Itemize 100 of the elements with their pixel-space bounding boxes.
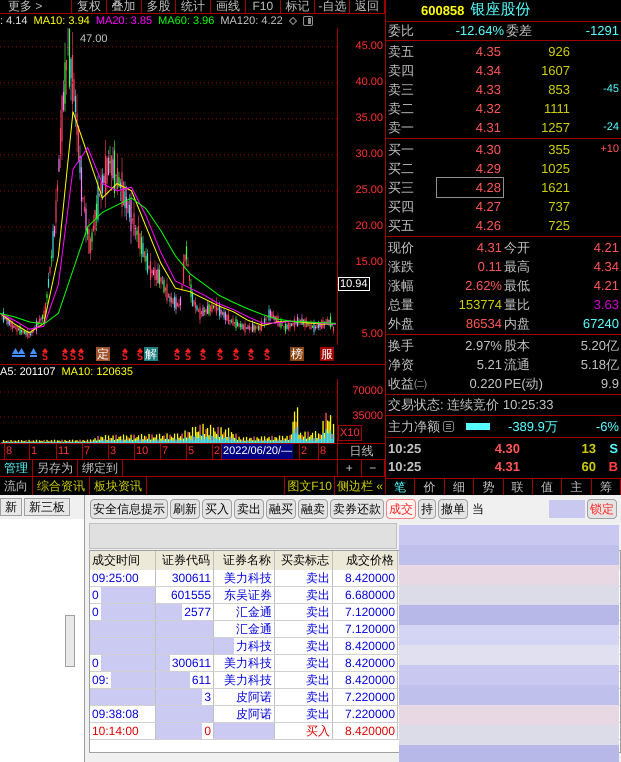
table-cell: 8.420000 (333, 570, 398, 586)
column-header: 证券代码 (156, 551, 214, 570)
toolbar-button[interactable]: 叠加 (106, 0, 142, 13)
price-axis-label: 15.00 (355, 256, 383, 268)
dividend-marker-icon (122, 348, 128, 360)
order-change: -45 (603, 82, 620, 98)
tick-volume: 60 (580, 458, 596, 476)
trade-button[interactable]: 卖出 (234, 499, 264, 519)
ratio-value: -12.64% (454, 22, 504, 40)
table-cell: 卖出 (275, 570, 333, 586)
dividend-marker-icon (217, 348, 223, 360)
date-axis-label: 7 (160, 444, 168, 459)
trade-button[interactable]: 买入 (202, 499, 232, 519)
event-tag: 解 (144, 347, 158, 361)
moving-average-value: : 3.96 (186, 16, 214, 26)
ratio-label: 委比 (387, 22, 415, 40)
date-axis-label: 2 (299, 444, 308, 459)
table-cell: 0 (156, 723, 214, 739)
diff-value: -1291 (586, 22, 620, 40)
trade-button[interactable]: 卖券还款 (330, 499, 384, 519)
column-header: 成交时间 (90, 551, 156, 570)
fundamental-label: PE(动) (504, 374, 544, 393)
date-axis-label: 8 (318, 444, 326, 459)
order-level-label: 买一 (387, 140, 415, 159)
more-menu[interactable]: 更多 > (0, 0, 72, 13)
moving-average-value: : 3.94 (62, 16, 90, 26)
trade-button[interactable]: 融卖 (298, 499, 328, 519)
toolbar-button[interactable]: 统计 (176, 0, 212, 13)
price-axis-label: 5.00 (362, 328, 383, 340)
market-tab[interactable]: 新 (0, 498, 22, 516)
table-cell: 皮阿诺 (214, 689, 275, 705)
toolbar-button[interactable]: 复权 (72, 0, 107, 13)
order-volume: 853 (547, 80, 570, 99)
fundamental-label: 股本 (504, 336, 531, 355)
stock-code: 600858 (421, 2, 464, 20)
table-cell: 汇金通 (214, 604, 275, 620)
order-change: +10 (600, 142, 620, 158)
price-axis-label: 25.00 (355, 184, 383, 196)
date-axis-label: 1 (29, 444, 38, 459)
table-cell: 7.120000 (333, 621, 398, 637)
column-header: 证券名称 (214, 551, 275, 570)
trade-button[interactable]: 成交 (386, 499, 416, 519)
tick-price: 4.30 (494, 440, 520, 458)
table-cell: 卖出 (275, 672, 333, 688)
order-volume: 737 (547, 198, 570, 216)
toolbar-button[interactable]: 多股 (142, 0, 176, 13)
order-volume: 355 (547, 140, 570, 159)
order-volume: 725 (547, 216, 570, 235)
triangle-marker-icon (30, 348, 37, 357)
quote-value: 86534 (464, 314, 502, 333)
manage-tab[interactable]: 另存为 (33, 460, 78, 476)
order-volume: 926 (547, 42, 570, 61)
order-level-label: 买四 (387, 198, 415, 216)
table-cell: 美力科技 (214, 672, 275, 688)
fundamental-label: 流通 (504, 356, 531, 374)
market-tab[interactable]: 新三板 (24, 498, 70, 516)
quote-label: 外盘 (387, 314, 415, 333)
trade-button[interactable]: 撤单 (438, 499, 468, 519)
volume-axis-label: 35000 (352, 411, 383, 422)
order-price: 4.34 (474, 62, 502, 80)
table-cell: 买入 (275, 723, 333, 739)
trade-status: 交易状态: 连续竞价 10:25:33 (387, 396, 554, 414)
pixelated-redaction (549, 500, 585, 518)
table-cell: 卖出 (275, 638, 333, 654)
table-cell: 皮阿诺 (214, 706, 275, 722)
fundamental-label: 收益㈡ (387, 374, 428, 393)
trade-button[interactable]: 融买 (266, 499, 296, 519)
toolbar-button[interactable]: 画线 (211, 0, 246, 13)
trade-button[interactable]: 安全信息提示 (90, 499, 168, 519)
manage-tab[interactable]: 绑定到 (78, 460, 123, 476)
date-axis-label: 2 (212, 444, 220, 459)
scrollbar[interactable] (65, 615, 75, 667)
order-volume: 1025 (540, 160, 570, 178)
trade-button[interactable]: 刷新 (170, 499, 200, 519)
trade-button[interactable]: 持 (418, 499, 436, 519)
dividend-marker-icon (185, 348, 191, 360)
date-axis-label: 10 (134, 444, 148, 459)
dividend-marker-icon (264, 348, 270, 360)
volume-average-value: MA10: 120635 (61, 366, 134, 378)
order-price: 4.35 (474, 42, 502, 61)
event-tag: 服 (320, 347, 334, 361)
quote-value: 4.31 (476, 238, 502, 257)
price-axis-label: 35.00 (355, 112, 383, 124)
main-force-amount: -389.9万 (508, 418, 558, 436)
table-cell: 8.420000 (333, 638, 398, 654)
quote-label: 现价 (387, 238, 415, 257)
table-cell: 6.680000 (333, 587, 398, 603)
toolbar-button[interactable]: 标记 (280, 0, 316, 13)
zoom-button[interactable]: + (338, 460, 362, 476)
order-level-label: 买五 (387, 216, 415, 235)
column-header: 成交价格 (333, 551, 398, 570)
trade-button[interactable]: 当 (470, 499, 486, 519)
table-cell: 300611 (156, 570, 214, 586)
quote-label: 内盘 (504, 314, 531, 333)
toolbar-button[interactable]: -自选 (315, 0, 350, 13)
toolbar-button[interactable]: F10 (246, 0, 281, 13)
table-cell: 卖出 (275, 689, 333, 705)
tick-time: 10:25 (387, 458, 422, 476)
table-cell: 7.220000 (333, 689, 398, 705)
manage-tab[interactable]: 管理 (0, 460, 33, 476)
